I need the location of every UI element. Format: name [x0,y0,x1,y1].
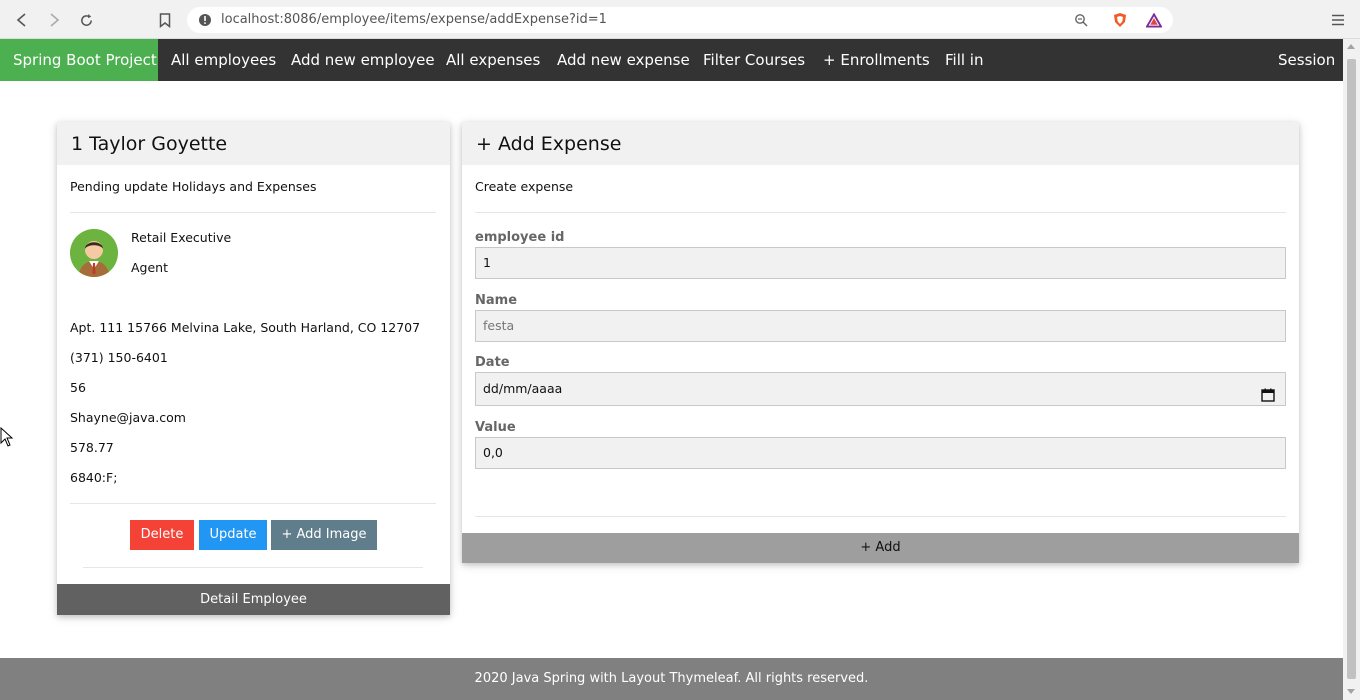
forward-icon[interactable] [44,10,64,30]
value-input[interactable]: 0,0 [475,437,1286,469]
detail-employee-button[interactable]: Detail Employee [57,584,450,615]
employee-status: Pending update Holidays and Expenses [70,179,317,194]
nav-all-expenses[interactable]: All expenses [446,39,540,81]
employee-email: Shayne@java.com [70,410,186,425]
name-label: Name [475,293,518,308]
name-input[interactable]: festa [475,310,1286,342]
bookmark-icon[interactable] [155,10,175,30]
employee-salary: 578.77 [70,440,114,455]
info-icon[interactable] [197,12,213,28]
scroll-down-icon[interactable] [1347,689,1355,694]
nav-add-employee[interactable]: Add new employee [291,39,435,81]
avatar [70,229,118,277]
brand-link[interactable]: Spring Boot Project [0,39,158,81]
employee-id-input[interactable]: 1 [475,247,1286,279]
divider [475,516,1286,517]
date-input[interactable]: dd/mm/aaaa [475,372,1286,406]
calendar-icon[interactable] [1261,382,1275,402]
nav-enrollments[interactable]: + Enrollments [823,39,930,81]
update-button[interactable]: Update [199,520,267,550]
divider [475,212,1286,213]
add-image-button[interactable]: + Add Image [271,520,377,550]
employee-age: 56 [70,380,86,395]
add-expense-card: + Add Expense Create expense employee id… [462,122,1299,563]
top-navbar: Spring Boot Project All employees Add ne… [0,39,1343,81]
value-label: Value [475,420,516,435]
back-icon[interactable] [12,10,32,30]
employee-code: 6840:F; [70,470,118,485]
zoom-icon[interactable] [1073,12,1089,28]
employee-phone: (371) 150-6401 [70,350,168,365]
employee-name: 1 Taylor Goyette [71,133,228,155]
nav-add-expense[interactable]: Add new expense [557,39,690,81]
date-value: dd/mm/aaaa [483,381,563,396]
employee-role: Agent [131,260,168,275]
scroll-up-icon[interactable] [1347,44,1355,49]
nav-fill-in[interactable]: Fill in [945,39,983,81]
nav-filter-courses[interactable]: Filter Courses [703,39,805,81]
reload-icon[interactable] [76,10,96,30]
employee-address: Apt. 111 15766 Melvina Lake, South Harla… [70,320,421,335]
nav-all-employees[interactable]: All employees [171,39,276,81]
employee-card-header: 1 Taylor Goyette [57,122,450,165]
menu-icon[interactable] [1328,10,1348,30]
add-expense-subtitle: Create expense [475,179,574,194]
divider [83,567,423,568]
divider [70,503,436,504]
employee-id-label: employee id [475,230,565,245]
rewards-icon[interactable] [1146,12,1162,28]
address-bar[interactable]: localhost:8086/employee/items/expense/ad… [187,7,1173,33]
url-text[interactable]: localhost:8086/employee/items/expense/ad… [221,12,607,27]
page-footer: 2020 Java Spring with Layout Thymeleaf. … [0,658,1343,700]
add-expense-submit-button[interactable]: + Add [462,533,1299,563]
browser-toolbar: localhost:8086/employee/items/expense/ad… [0,0,1360,39]
employee-card: 1 Taylor Goyette Pending update Holidays… [57,122,450,615]
delete-button[interactable]: Delete [130,520,194,550]
brave-shield-icon[interactable] [1112,12,1128,28]
scroll-thumb[interactable] [1347,59,1356,679]
add-expense-header: + Add Expense [462,122,1299,165]
page-scrollbar[interactable] [1343,39,1360,700]
employee-job-title: Retail Executive [131,230,232,245]
date-label: Date [475,355,510,370]
add-expense-title: + Add Expense [476,133,622,155]
nav-session[interactable]: Session [1278,39,1335,81]
mouse-cursor-icon [0,426,14,447]
divider [70,212,436,213]
